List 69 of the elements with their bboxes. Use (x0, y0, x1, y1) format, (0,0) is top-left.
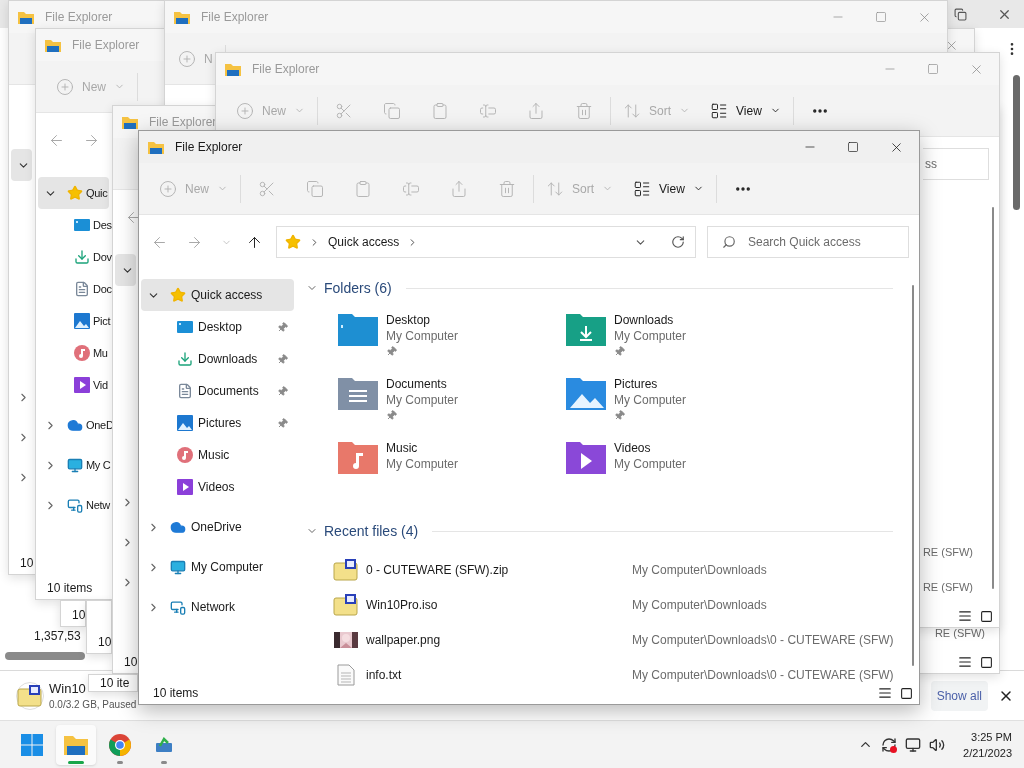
tree-item[interactable]: Mu (38, 337, 110, 369)
folder-name[interactable]: Pictures (614, 376, 658, 392)
file-name[interactable]: 0 - CUTEWARE (SFW).zip (366, 560, 509, 579)
window-title: File Explorer (149, 114, 217, 131)
file-path: My Computer\Downloads (632, 561, 767, 579)
file-name[interactable]: wallpaper.png (366, 630, 441, 649)
clock-date: 2/21/2023 (963, 745, 1012, 761)
window-title: File Explorer (201, 9, 269, 26)
window-title: File Explorer (45, 9, 113, 26)
tree-item[interactable]: Desktop (141, 311, 294, 343)
tree-item[interactable]: Pict (38, 305, 113, 337)
search-field[interactable]: Search Quick access (707, 226, 909, 258)
folder-name[interactable]: Music (386, 440, 418, 456)
status-text: 10 items (47, 580, 93, 597)
file-name[interactable]: info.txt (366, 665, 402, 684)
tree-item[interactable]: Downloads (141, 343, 294, 375)
folder-location: My Computer (386, 456, 459, 472)
folder-location: My Computer (614, 392, 687, 408)
file-path: RE (SFW) (934, 626, 985, 642)
folder-location: My Computer (614, 328, 687, 344)
tree-item[interactable]: Doc (38, 273, 114, 305)
tree-item[interactable]: Quic (38, 177, 110, 209)
breadcrumb-item[interactable]: Quick access (328, 233, 400, 251)
window-title: File Explorer (72, 37, 140, 54)
folder-name[interactable]: Videos (614, 440, 651, 456)
section-title[interactable]: Folders (6) (324, 277, 392, 299)
folder-name[interactable]: Desktop (386, 312, 431, 328)
folder-name[interactable]: Documents (386, 376, 447, 392)
tree-item[interactable]: Pictures (141, 407, 294, 439)
folder-location: My Computer (386, 392, 459, 408)
file-path: My Computer\Downloads (632, 596, 767, 614)
folder-location: My Computer (386, 328, 459, 344)
view-button[interactable]: View (633, 179, 704, 198)
tree-item[interactable]: OneDrive (141, 511, 294, 543)
view-button[interactable]: View (710, 101, 781, 120)
section-title[interactable]: Recent files (4) (324, 520, 419, 542)
status-text: 10 ite (100, 675, 130, 691)
status-text: 10 items (153, 685, 199, 702)
tree-item[interactable]: Documents (141, 375, 294, 407)
tree-item[interactable]: Dov (38, 241, 114, 273)
tree-item[interactable]: Quick access (141, 279, 294, 311)
file-path: My Computer\Downloads\0 - CUTEWARE (SFW) (632, 666, 894, 684)
file-path: RE (SFW) (922, 580, 973, 596)
status-text: 10 (72, 607, 85, 624)
folder-name[interactable]: Downloads (614, 312, 674, 328)
status-text: 10 (98, 634, 111, 651)
window-title: File Explorer (175, 139, 243, 156)
status-text: 10 (124, 654, 138, 671)
tree-item[interactable]: Music (141, 439, 294, 471)
address-bar[interactable]: Quick access (276, 226, 696, 258)
status-text: 10 (20, 555, 34, 572)
tree-item[interactable]: Videos (141, 471, 294, 503)
file-path: RE (SFW) (922, 545, 973, 561)
file-name[interactable]: Win10Pro.iso (366, 595, 438, 614)
show-all-button[interactable]: Show all (930, 680, 988, 711)
clock-time: 3:25 PM (971, 729, 1012, 745)
tree-item[interactable]: Netw (38, 489, 112, 521)
tree-item[interactable]: My Computer (141, 551, 294, 583)
search-field[interactable]: ss (923, 148, 989, 180)
window-title: File Explorer (252, 61, 320, 78)
file-path: My Computer\Downloads\0 - CUTEWARE (SFW) (632, 631, 894, 649)
tree-item[interactable]: Network (141, 591, 294, 623)
download-name[interactable]: Win10 (49, 679, 86, 698)
tree-item[interactable]: My C (38, 449, 113, 481)
counter-text: 1,357,53 (34, 628, 81, 644)
download-status: 0.0/3.2 GB, Paused (49, 697, 137, 712)
folder-location: My Computer (614, 456, 687, 472)
tree-item[interactable]: Vid (38, 369, 110, 401)
tree-item[interactable]: Des (38, 209, 114, 241)
